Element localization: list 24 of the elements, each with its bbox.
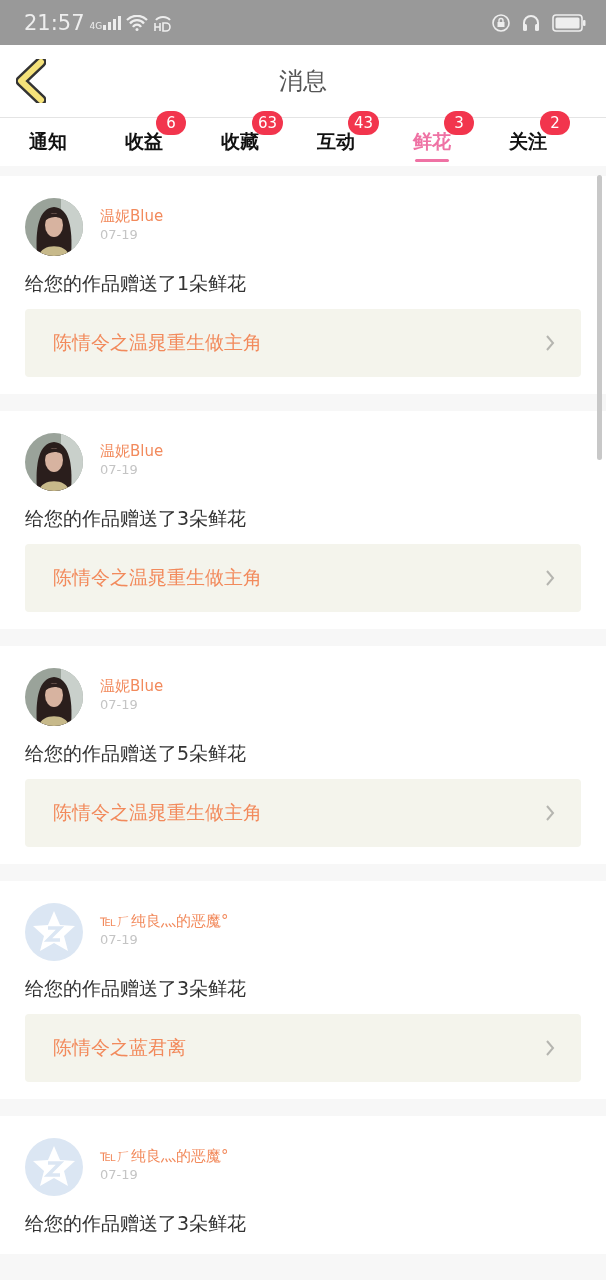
count-badge: 2: [540, 111, 570, 135]
message-text: 给您的作品赠送了3朵鲜花: [25, 1211, 248, 1236]
work-title: 陈情令之温晁重生做主角: [53, 330, 262, 355]
work-title: 陈情令之温晁重生做主角: [53, 565, 262, 590]
user-name: 温妮Blue: [100, 441, 164, 461]
user-name: ℡ㄏ纯良灬的恶魔°: [100, 1146, 229, 1166]
user-name: 温妮Blue: [100, 676, 164, 696]
message-date: 07-19: [100, 931, 139, 949]
work-title: 陈情令之蓝君离: [53, 1035, 186, 1060]
message-text: 给您的作品赠送了5朵鲜花: [25, 741, 248, 766]
message-date: 07-19: [100, 461, 139, 479]
work-title: 陈情令之温晁重生做主角: [53, 800, 262, 825]
message-text: 给您的作品赠送了3朵鲜花: [25, 976, 248, 1001]
message-text: 给您的作品赠送了3朵鲜花: [25, 506, 248, 531]
message-text: 给您的作品赠送了1朵鲜花: [25, 271, 248, 296]
clock: 21:57: [24, 10, 85, 35]
network-label: 4G: [89, 20, 103, 31]
user-name: ℡ㄏ纯良灬的恶魔°: [100, 911, 229, 931]
message-date: 07-19: [100, 1166, 139, 1184]
message-date: 07-19: [100, 226, 139, 244]
page-title: 消息: [279, 66, 327, 97]
tab[interactable]: 通知: [29, 128, 67, 154]
message-date: 07-19: [100, 696, 139, 714]
user-name: 温妮Blue: [100, 206, 164, 226]
